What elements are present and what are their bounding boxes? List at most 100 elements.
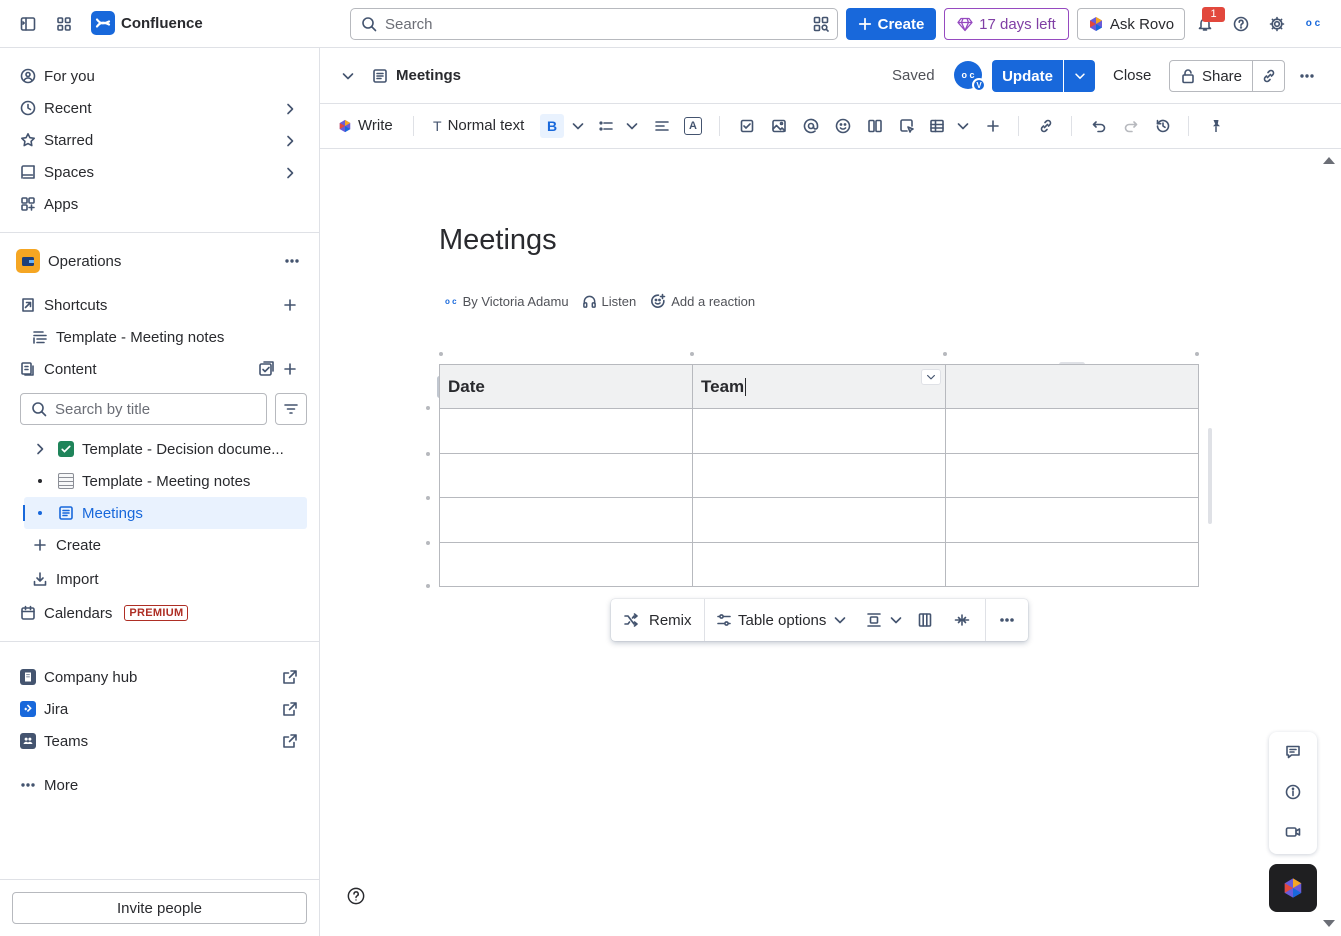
chevron-right-icon[interactable] [282, 101, 298, 117]
meetings-table[interactable]: Date Team [439, 364, 1199, 587]
table-cell[interactable] [692, 497, 946, 543]
add-shortcut-icon[interactable] [282, 297, 298, 313]
link-icon[interactable] [1038, 118, 1054, 134]
insert-plus-icon[interactable] [985, 118, 1001, 134]
column-width-button[interactable] [917, 599, 933, 641]
shrink-width-button[interactable] [954, 599, 970, 641]
chevron-right-icon[interactable] [32, 441, 48, 457]
create-page-button[interactable]: Create [32, 529, 101, 561]
comment-icon[interactable] [1285, 744, 1301, 760]
settings-gear-icon[interactable] [1265, 12, 1289, 36]
shortcut-item-meeting-notes[interactable]: Template - Meeting notes [32, 321, 224, 353]
shortcuts-section[interactable]: Shortcuts [12, 289, 308, 321]
advanced-search-icon[interactable] [813, 16, 829, 32]
sidebar-item-starred[interactable]: Starred [12, 124, 308, 156]
scroll-up-arrow-icon[interactable] [1322, 155, 1336, 165]
sidebar-item-apps[interactable]: Apps [12, 188, 308, 220]
image-icon[interactable] [771, 118, 787, 134]
table-cell[interactable] [692, 541, 946, 587]
table-cell[interactable] [945, 408, 1199, 454]
sidebar-item-more[interactable]: More [12, 769, 308, 801]
table-header-cell[interactable] [945, 364, 1199, 409]
confluence-logo[interactable]: Confluence [91, 11, 203, 35]
remix-button[interactable]: Remix [623, 599, 692, 641]
tree-item-meeting-notes[interactable]: Template - Meeting notes [24, 465, 307, 497]
sidebar-item-recent[interactable]: Recent [12, 92, 308, 124]
add-reaction-button[interactable]: Add a reaction [671, 294, 755, 309]
copy-link-button[interactable] [1252, 60, 1285, 92]
collaborator-avatar[interactable]: o c V [954, 61, 986, 92]
external-link-icon[interactable] [282, 669, 298, 685]
create-button[interactable]: Create [846, 8, 936, 40]
table-cell[interactable] [439, 452, 693, 498]
table-header-cell[interactable]: Team [692, 364, 946, 409]
insert-element-icon[interactable] [899, 118, 915, 134]
rovo-chat-button[interactable] [1269, 864, 1317, 912]
table-cell[interactable] [692, 408, 946, 454]
redo-icon[interactable] [1123, 118, 1139, 134]
info-icon[interactable] [1285, 784, 1301, 800]
add-content-icon[interactable] [282, 361, 298, 377]
chevron-right-icon[interactable] [282, 165, 298, 181]
search-input[interactable]: Search [350, 8, 838, 40]
ask-rovo-button[interactable]: Ask Rovo [1077, 8, 1185, 40]
chevron-right-icon[interactable] [282, 133, 298, 149]
table-alignment-button[interactable] [866, 599, 904, 641]
tree-item-meetings[interactable]: Meetings [23, 497, 307, 529]
scroll-down-arrow-icon[interactable] [1322, 919, 1336, 929]
write-mode-button[interactable]: Write [338, 117, 393, 134]
bold-button[interactable]: B [540, 114, 564, 138]
table-cell[interactable] [439, 541, 693, 587]
table-scrollbar[interactable] [1208, 428, 1212, 524]
update-options-button[interactable] [1064, 60, 1095, 92]
profile-avatar[interactable]: o c [1300, 12, 1326, 36]
update-button[interactable]: Update [992, 60, 1063, 92]
author-name[interactable]: By Victoria Adamu [463, 294, 569, 309]
emoji-icon[interactable] [835, 118, 851, 134]
filter-icon[interactable] [275, 393, 307, 425]
sidebar-item-calendars[interactable]: Calendars PREMIUM [12, 597, 308, 629]
pin-toolbar-icon[interactable] [1208, 118, 1224, 134]
external-link-icon[interactable] [282, 733, 298, 749]
table-header-cell[interactable]: Date [439, 364, 693, 409]
more-actions-icon[interactable] [1299, 68, 1315, 84]
chevron-down-icon[interactable] [570, 118, 586, 134]
undo-icon[interactable] [1091, 118, 1107, 134]
editor-help-icon[interactable] [347, 887, 365, 905]
video-icon[interactable] [1285, 824, 1301, 840]
table-cell[interactable] [945, 497, 1199, 543]
external-link-icon[interactable] [282, 701, 298, 717]
content-section[interactable]: Content [12, 353, 308, 385]
table-cell[interactable] [439, 497, 693, 543]
sidebar-search-input[interactable]: Search by title [20, 393, 267, 425]
table-cell[interactable] [945, 452, 1199, 498]
import-button[interactable]: Import [32, 563, 99, 595]
table-cell[interactable] [439, 408, 693, 454]
document-title[interactable]: Meetings [439, 224, 557, 257]
sidebar-item-company-hub[interactable]: Company hub [12, 661, 308, 693]
align-left-icon[interactable] [654, 118, 670, 134]
breadcrumb-title[interactable]: Meetings [396, 67, 461, 84]
listen-button[interactable]: Listen [602, 294, 637, 309]
sidebar-toggle-icon[interactable] [16, 12, 40, 36]
sidebar-item-jira[interactable]: Jira [12, 693, 308, 725]
table-icon[interactable] [929, 118, 945, 134]
chevron-down-icon[interactable] [624, 118, 640, 134]
cell-options-button[interactable] [921, 369, 941, 385]
invite-people-button[interactable]: Invite people [12, 892, 307, 924]
sidebar-item-teams[interactable]: Teams [12, 725, 308, 757]
table-more-button[interactable] [999, 599, 1015, 641]
chevron-down-icon[interactable] [340, 68, 356, 84]
layout-columns-icon[interactable] [867, 118, 883, 134]
new-content-check-icon[interactable] [258, 361, 274, 377]
text-style-dropdown[interactable]: T Normal text [433, 117, 524, 134]
trial-button[interactable]: 17 days left [944, 8, 1069, 40]
close-button[interactable]: Close [1113, 67, 1151, 84]
sidebar-item-spaces[interactable]: Spaces [12, 156, 308, 188]
bullet-list-icon[interactable] [598, 118, 614, 134]
chevron-down-icon[interactable] [955, 118, 971, 134]
action-item-icon[interactable] [739, 118, 755, 134]
share-button[interactable]: Share [1169, 60, 1253, 92]
table-cell[interactable] [692, 452, 946, 498]
more-horizontal-icon[interactable] [284, 253, 300, 269]
